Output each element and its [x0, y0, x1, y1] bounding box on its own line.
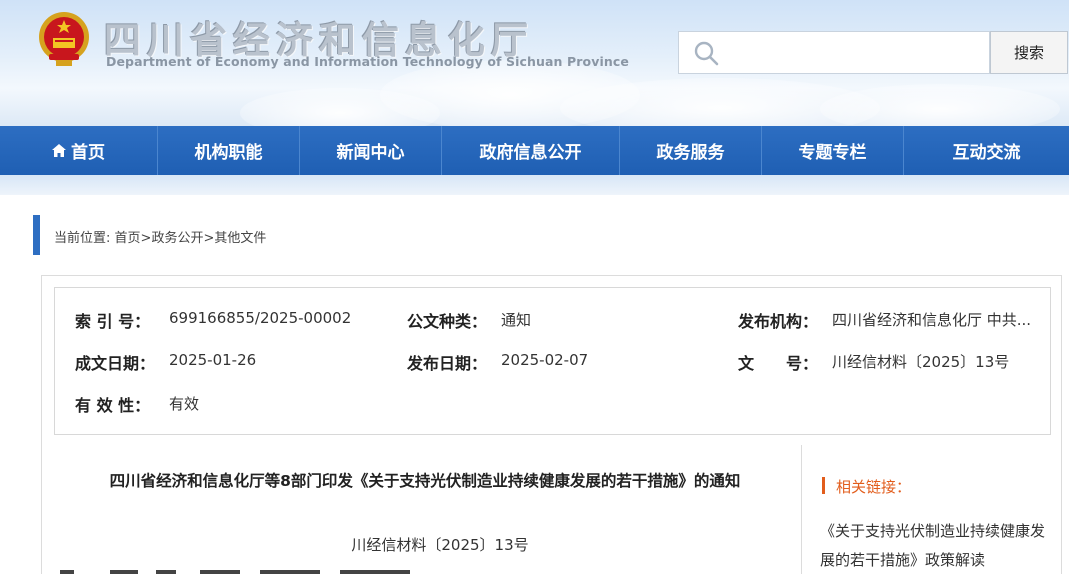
meta-doc-type-label: 公文种类： [407, 312, 488, 331]
related-links-accent [822, 477, 825, 494]
meta-validity-value: 有效 [169, 395, 200, 413]
meta-published-value: 2025-02-07 [501, 351, 589, 369]
meta-validity-label: 有 效 性： [75, 396, 151, 415]
header-banner: 四川省经济和信息化厅 Department of Economy and Inf… [0, 0, 1069, 126]
nav-item-institutions[interactable]: 机构职能 [158, 126, 300, 175]
breadcrumb-item-gov-affairs[interactable]: 政务公开 [151, 231, 203, 246]
search-icon [694, 41, 719, 66]
nav-item-label: 政务服务 [656, 143, 725, 163]
breadcrumb-separator: > [203, 231, 215, 246]
breadcrumb-accent [33, 215, 40, 255]
meta-index-label: 索 引 号： [75, 312, 151, 331]
nav-item-label: 首页 [71, 143, 105, 163]
meta-publisher-label: 发布机构： [738, 312, 819, 331]
home-icon [52, 144, 66, 157]
search-button[interactable]: 搜索 [990, 31, 1068, 74]
search-input[interactable] [678, 31, 990, 74]
document-meta-panel: 索 引 号： 699166855/2025-00002 公文种类： 通知 发布机… [54, 287, 1051, 435]
nav-item-home[interactable]: 首页 [0, 126, 158, 175]
meta-docno-value: 川经信材料〔2025〕13号 [832, 353, 1010, 371]
meta-doc-type-value: 通知 [501, 311, 532, 329]
truncated-text-line [60, 570, 410, 574]
nav-underlay [0, 175, 1069, 195]
meta-docno-label: 文 号： [738, 354, 819, 373]
main-nav: 首页 机构职能 新闻中心 政府信息公开 政务服务 专题专栏 互动交流 [0, 126, 1069, 175]
nav-item-services[interactable]: 政务服务 [620, 126, 762, 175]
national-emblem-icon [39, 12, 89, 66]
nav-item-interaction[interactable]: 互动交流 [904, 126, 1069, 175]
main-content: 当前位置: 首页>政务公开>其他文件 索 引 号： 699166855/2025… [0, 195, 1069, 574]
nav-item-label: 互动交流 [952, 143, 1021, 163]
document-title: 四川省经济和信息化厅等8部门印发《关于支持光伏制造业持续健康发展的若干措施》的通… [109, 472, 741, 490]
nav-item-gov-info[interactable]: 政府信息公开 [442, 126, 620, 175]
document-number: 川经信材料〔2025〕13号 [351, 536, 529, 554]
breadcrumb-prefix: 当前位置: [54, 231, 111, 246]
meta-index-value: 699166855/2025-00002 [169, 309, 352, 327]
meta-published-label: 发布日期： [407, 354, 488, 373]
nav-item-label: 新闻中心 [336, 143, 405, 163]
nav-item-label: 专题专栏 [798, 143, 867, 163]
meta-publisher-value: 四川省经济和信息化厅 中共... [832, 311, 1032, 329]
breadcrumb-separator: > [140, 231, 152, 246]
nav-item-label: 政府信息公开 [479, 143, 582, 163]
breadcrumb: 当前位置: 首页>政务公开>其他文件 [54, 227, 266, 246]
related-links-heading: 相关链接： [836, 478, 912, 496]
nav-item-label: 机构职能 [194, 143, 263, 163]
meta-created-value: 2025-01-26 [169, 351, 257, 369]
meta-created-label: 成文日期： [75, 354, 156, 373]
site-subtitle: Department of Economy and Information Te… [106, 54, 629, 69]
related-link-policy-interpretation[interactable]: 《关于支持光伏制造业持续健康发展的若干措施》政策解读 [820, 517, 1045, 574]
nav-item-topics[interactable]: 专题专栏 [762, 126, 904, 175]
nav-item-news[interactable]: 新闻中心 [300, 126, 442, 175]
breadcrumb-item-home[interactable]: 首页 [115, 231, 141, 246]
breadcrumb-item-other-docs[interactable]: 其他文件 [214, 231, 266, 246]
